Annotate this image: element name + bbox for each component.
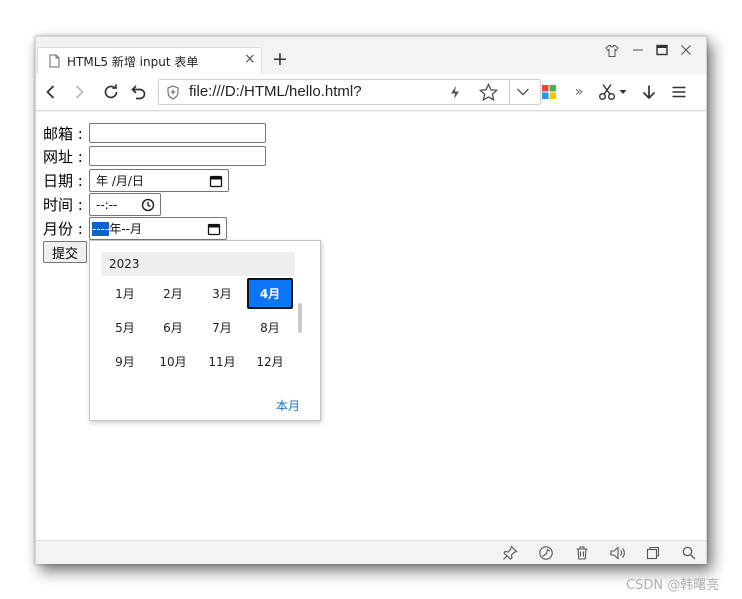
time-label: 时间 :: [43, 196, 83, 214]
month-row: 月份 : ---- 年--月: [43, 216, 227, 241]
scissors-icon[interactable]: [596, 81, 618, 103]
address-bar[interactable]: file:///D:/HTML/hello.html?: [158, 79, 541, 105]
speaker-icon[interactable]: [609, 545, 625, 561]
month-option[interactable]: 12月: [247, 346, 293, 377]
tab-title: HTML5 新增 input 表单: [67, 55, 199, 69]
back-icon[interactable]: [40, 81, 62, 103]
close-icon[interactable]: ×: [244, 51, 256, 67]
month-option[interactable]: 6月: [150, 312, 196, 343]
date-field[interactable]: 年 /月/日: [89, 169, 229, 192]
apps-icon[interactable]: [538, 81, 560, 103]
page-content: 邮箱 : 网址 : 日期 : 年 /月/日 时间 : --:-- 月份: --…: [36, 112, 706, 540]
month-field[interactable]: ---- 年--月: [89, 217, 227, 240]
pin-icon[interactable]: [502, 545, 518, 561]
month-label: 月份 :: [43, 220, 83, 238]
star-icon[interactable]: [479, 83, 498, 102]
email-label: 邮箱 :: [43, 124, 83, 143]
month-option[interactable]: 10月: [150, 346, 196, 377]
email-field[interactable]: [89, 123, 266, 143]
this-month-button[interactable]: 本月: [276, 397, 300, 414]
watermark: CSDN @韩曙亮: [626, 578, 720, 593]
url-row: 网址 :: [43, 145, 266, 167]
reload-icon[interactable]: [100, 81, 122, 103]
time-field[interactable]: --:--: [89, 193, 161, 216]
picker-scrollbar[interactable]: [298, 303, 302, 333]
chevron-down-icon[interactable]: [516, 87, 530, 97]
page-icon: [49, 54, 60, 68]
email-row: 邮箱 :: [43, 122, 266, 144]
month-option[interactable]: 1月: [102, 278, 148, 309]
address-text: file:///D:/HTML/hello.html?: [189, 83, 362, 100]
minimize-icon[interactable]: [632, 44, 644, 56]
tab-active[interactable]: HTML5 新增 input 表单 ×: [37, 47, 262, 74]
month-option[interactable]: 2月: [150, 278, 196, 309]
date-label: 日期 :: [43, 172, 83, 190]
chevron-down-icon[interactable]: [617, 81, 629, 103]
month-option[interactable]: 5月: [102, 312, 148, 343]
month-option[interactable]: 9月: [102, 346, 148, 377]
forward-icon[interactable]: [68, 81, 90, 103]
date-row: 日期 : 年 /月/日: [43, 168, 229, 193]
month-year-segment[interactable]: ----: [92, 221, 110, 236]
search-icon[interactable]: [681, 545, 697, 561]
lightning-icon[interactable]: [449, 85, 461, 100]
more-icon[interactable]: »: [568, 81, 590, 103]
shield-icon[interactable]: [166, 85, 180, 100]
undo-icon[interactable]: [128, 81, 150, 103]
status-bar: [36, 540, 706, 564]
shirt-icon[interactable]: [605, 44, 619, 58]
address-divider: [509, 80, 510, 104]
calendar-icon[interactable]: [209, 174, 223, 188]
picker-year[interactable]: 2023: [101, 252, 295, 276]
url-label: 网址 :: [43, 147, 83, 166]
plus-icon[interactable]: +: [272, 50, 288, 69]
month-option[interactable]: 3月: [199, 278, 245, 309]
maximize-icon[interactable]: [656, 44, 668, 56]
month-option-selected[interactable]: 4月: [247, 278, 293, 309]
month-option[interactable]: 11月: [199, 346, 245, 377]
clock-icon[interactable]: [141, 198, 155, 212]
title-bar: HTML5 新增 input 表单 × +: [36, 37, 706, 74]
month-option[interactable]: 8月: [247, 312, 293, 343]
window-icon[interactable]: [645, 545, 661, 561]
trash-icon[interactable]: [574, 545, 590, 561]
calendar-icon[interactable]: [207, 222, 221, 236]
time-row: 时间 : --:--: [43, 192, 161, 217]
menu-icon[interactable]: [668, 81, 690, 103]
download-icon[interactable]: [638, 81, 660, 103]
month-picker: 2023 1月 2月 3月 4月 5月 6月 7月 8月 9月 10月 11月 …: [89, 240, 321, 421]
month-value: 年--月: [109, 222, 142, 236]
window-close-icon[interactable]: [680, 44, 692, 56]
submit-button[interactable]: 提交: [43, 241, 87, 263]
toolbar: file:///D:/HTML/hello.html? »: [36, 74, 706, 111]
feed-icon[interactable]: [538, 545, 554, 561]
time-value: --:--: [96, 197, 118, 212]
url-field[interactable]: [89, 146, 266, 166]
browser-window: HTML5 新增 input 表单 × + file:///D:/HTML/he…: [35, 36, 707, 564]
month-option[interactable]: 7月: [199, 312, 245, 343]
date-value: 年 /月/日: [96, 174, 144, 188]
